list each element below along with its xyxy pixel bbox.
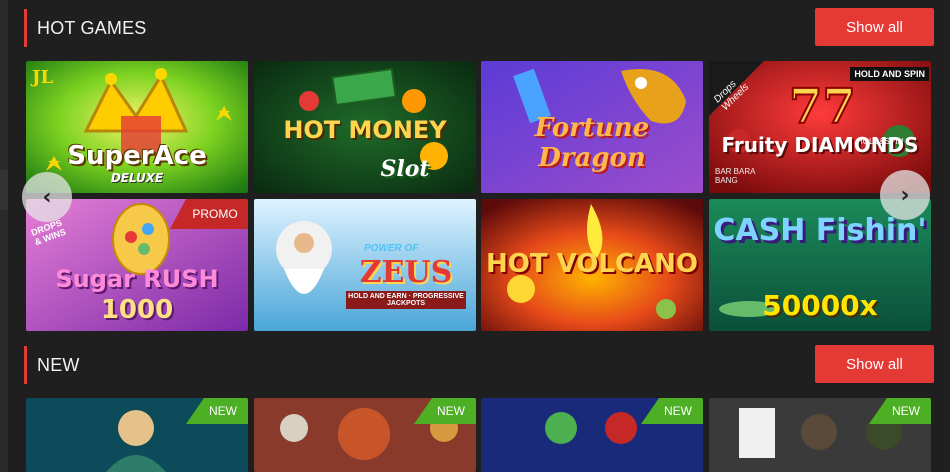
section-accent-bar [24, 346, 27, 384]
game-tile[interactable]: POWER OF ZEUS HOLD AND EARN · PROGRESSIV… [254, 199, 476, 331]
chevron-left-icon: ‹ [42, 184, 52, 210]
game-subtitle: 1000 [100, 295, 174, 325]
section-header-hot-games: HOT GAMES Show all [24, 8, 934, 48]
carousel-next-button[interactable]: › [880, 170, 930, 220]
game-tile[interactable]: JL SuperAce DELUXE [26, 61, 248, 193]
game-title: HOT MONEY [283, 116, 447, 144]
section-accent-bar [24, 9, 27, 47]
section-title: HOT GAMES [37, 17, 147, 38]
game-subtitle: 50000x [762, 289, 878, 322]
game-tile[interactable]: DROPS & WINS PROMO Sugar RUSH 1000 [26, 199, 248, 331]
carousel-prev-button[interactable]: ‹ [22, 172, 72, 222]
game-subtitle: HOLD AND EARN · PROGRESSIVE JACKPOTS [346, 291, 466, 309]
game-title: Fortune Dragon [534, 113, 650, 173]
game-title: SuperAce [67, 141, 207, 171]
game-tile[interactable]: Fortune Dragon [481, 61, 703, 193]
game-title: Sugar RUSH [55, 265, 219, 293]
game-tile[interactable]: HOT MONEY Slot [254, 61, 476, 193]
hot-games-grid: JL SuperAce DELUXE HOT MONEY Slot Fortun… [26, 61, 931, 333]
game-tile[interactable]: NEW [481, 398, 703, 472]
new-games-grid: NEW NEW NEW NEW [26, 398, 931, 472]
game-subtitle: HOLD&SPIN [857, 137, 904, 146]
chevron-right-icon: › [900, 182, 910, 208]
show-all-button[interactable]: Show all [815, 345, 934, 383]
game-title: ZEUS [359, 255, 453, 290]
studio-logo: BAR BARA BANG [715, 167, 756, 185]
brand-logo: JL [32, 67, 54, 88]
game-tile[interactable]: NEW [254, 398, 476, 472]
section-header-new: NEW Show all [24, 345, 934, 385]
game-tile[interactable]: HOT VOLCANO [481, 199, 703, 331]
feature-badge: HOLD AND SPIN [850, 67, 929, 81]
game-tile[interactable]: NEW [709, 398, 931, 472]
casino-lobby: HOT GAMES Show all JL SuperAce DELUXE HO… [0, 0, 950, 472]
game-title: HOT VOLCANO [485, 249, 699, 279]
game-tile[interactable]: NEW [26, 398, 248, 472]
svg-text:77: 77 [789, 79, 856, 135]
game-prefix: POWER OF [364, 243, 419, 254]
section-title: NEW [37, 354, 80, 375]
game-subtitle: Slot [380, 156, 430, 182]
side-panel-edge [0, 0, 8, 472]
show-all-button[interactable]: Show all [815, 8, 934, 46]
